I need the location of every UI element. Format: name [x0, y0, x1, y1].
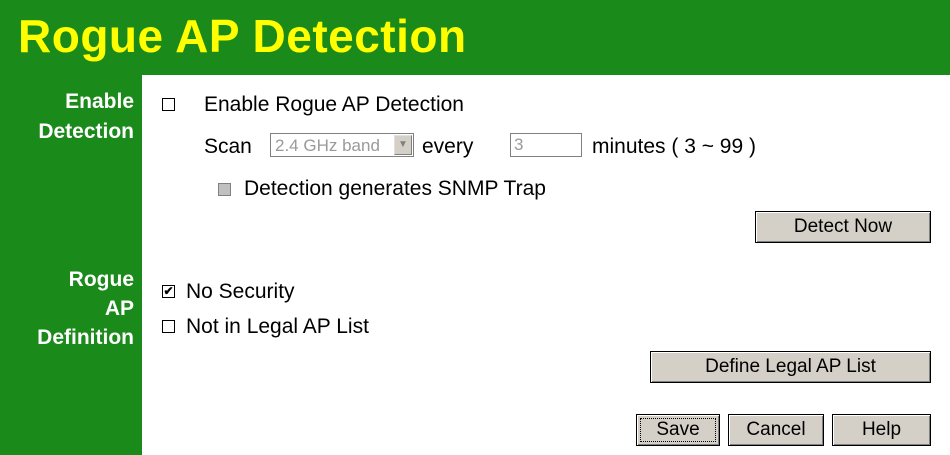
checkmark-icon: ✔ [163, 284, 174, 298]
page-title: Rogue AP Detection [18, 10, 467, 62]
chevron-down-icon[interactable]: ▼ [394, 135, 412, 155]
snmp-trap-checkbox[interactable] [218, 183, 231, 196]
save-button[interactable]: Save [636, 414, 720, 446]
cancel-button[interactable]: Cancel [728, 414, 824, 446]
band-select[interactable]: 2.4 GHz band ▼ [270, 133, 414, 157]
scan-interval-input[interactable] [510, 133, 582, 157]
minutes-range-label: minutes ( 3 ~ 99 ) [592, 135, 756, 158]
enable-detection-label: Enable Rogue AP Detection [204, 93, 464, 116]
checkbox-mark [219, 184, 230, 195]
every-label: every [422, 135, 474, 158]
no-security-label: No Security [186, 280, 295, 303]
enable-detection-checkbox[interactable] [162, 98, 175, 111]
scan-label: Scan [204, 135, 252, 158]
no-security-checkbox[interactable]: ✔ [162, 285, 175, 298]
not-in-legal-checkbox[interactable] [162, 320, 175, 333]
checkbox-mark [163, 99, 174, 110]
snmp-trap-label: Detection generates SNMP Trap [244, 177, 546, 200]
detect-now-button[interactable]: Detect Now [755, 211, 931, 243]
main-panel: Enable Rogue AP Detection Scan 2.4 GHz b… [142, 75, 950, 455]
checkbox-mark [163, 321, 174, 332]
help-button[interactable]: Help [832, 414, 931, 446]
band-select-value: 2.4 GHz band [275, 136, 380, 155]
section-label-detection: Detection [38, 120, 134, 143]
title-bar: Rogue AP Detection [0, 0, 950, 75]
define-legal-ap-list-button[interactable]: Define Legal AP List [650, 351, 931, 383]
section-label-definition: Definition [37, 326, 134, 349]
section-label-rogue: Rogue [68, 268, 134, 291]
not-in-legal-label: Not in Legal AP List [186, 315, 369, 338]
sidebar: Enable Detection Rogue AP Definition [0, 75, 142, 455]
section-label-ap: AP [104, 297, 134, 320]
section-label-enable: Enable [65, 90, 134, 113]
